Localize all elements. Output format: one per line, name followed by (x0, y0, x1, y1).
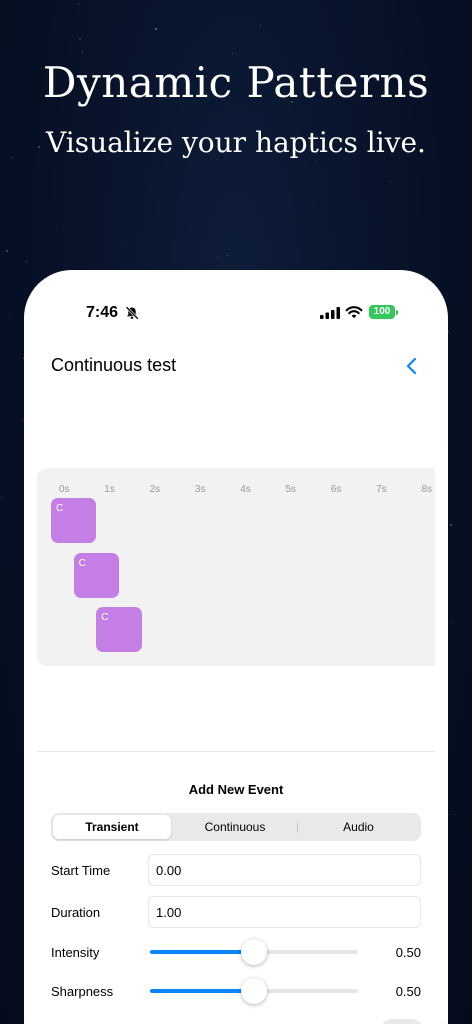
segment-audio[interactable]: Audio (298, 815, 419, 839)
timeline-tick: 8s (421, 484, 432, 495)
star (218, 256, 219, 257)
phone-screen: 7:46 100 Continuous test 0s 1s 2s 3s 4s 5s 6s 7… (24, 270, 448, 1024)
event-block-label: C (101, 612, 109, 623)
timeline-tick: 1s (104, 484, 115, 495)
intensity-slider[interactable] (150, 939, 358, 965)
timeline-tick: 0s (59, 484, 70, 495)
wifi-icon (345, 306, 363, 319)
star (217, 159, 218, 160)
timeline-tick: 4s (240, 484, 251, 495)
sharpness-value: 0.50 (395, 984, 421, 999)
status-bar: 7:46 100 (24, 270, 448, 350)
star (78, 3, 79, 4)
section-title: Add New Event (188, 782, 284, 797)
event-block[interactable]: C (96, 607, 142, 652)
star (454, 814, 455, 815)
sharpness-label: Sharpness (51, 984, 114, 999)
event-block[interactable]: C (51, 498, 97, 543)
star (9, 315, 10, 316)
hero-subtitle: Visualize your haptics live. (46, 126, 426, 159)
star (63, 228, 64, 229)
pattern-timeline: 0s 1s 2s 3s 4s 5s 6s 7s 8s C C C (37, 468, 435, 666)
star (450, 524, 452, 526)
star (260, 24, 261, 25)
star (155, 28, 157, 30)
sharpness-slider[interactable] (150, 978, 358, 1004)
star (390, 181, 391, 182)
chevron-left-icon[interactable] (402, 354, 422, 378)
event-block-label: C (56, 503, 64, 514)
intensity-slider-thumb[interactable] (241, 939, 267, 965)
star (79, 38, 81, 40)
event-block[interactable]: C (73, 552, 119, 598)
star (22, 420, 23, 421)
star (451, 621, 452, 622)
bell-slash-icon (125, 306, 139, 320)
star (82, 51, 83, 52)
segment-continuous[interactable]: Continuous (173, 815, 297, 839)
page-title: Continuous test (51, 355, 177, 375)
status-time: 7:46 (86, 304, 119, 321)
battery-tip (396, 310, 398, 315)
battery-icon: 100 (369, 305, 395, 319)
hero-title: Dynamic Patterns (42, 58, 430, 107)
star (124, 241, 125, 242)
star (26, 261, 27, 262)
intensity-label: Intensity (51, 945, 100, 960)
start-time-label: Start Time (51, 863, 111, 878)
segment-transient[interactable]: Transient (53, 815, 171, 839)
cellular-signal-icon (320, 307, 340, 319)
star (315, 161, 316, 162)
intensity-value: 0.50 (395, 945, 421, 960)
event-block-label: C (78, 557, 86, 569)
divider (37, 751, 435, 752)
start-time-field[interactable] (148, 854, 421, 886)
toggle-switch[interactable] (379, 1019, 425, 1024)
event-type-segmented-control: Transient Continuous Audio (51, 813, 421, 841)
timeline-tick: 5s (285, 484, 297, 495)
star (0, 496, 1, 497)
star (232, 53, 233, 54)
star (227, 255, 228, 256)
timeline-tick: 7s (376, 484, 387, 495)
timeline-tick: 6s (330, 484, 342, 495)
sharpness-slider-fill (150, 989, 254, 993)
star (190, 227, 191, 228)
duration-label: Duration (51, 905, 101, 920)
sharpness-slider-thumb[interactable] (241, 978, 267, 1004)
intensity-slider-fill (150, 950, 254, 954)
star (448, 331, 449, 332)
timeline-tick: 3s (194, 484, 206, 495)
timeline-tick: 2s (149, 484, 161, 495)
duration-field[interactable] (148, 896, 421, 928)
star (6, 250, 8, 252)
